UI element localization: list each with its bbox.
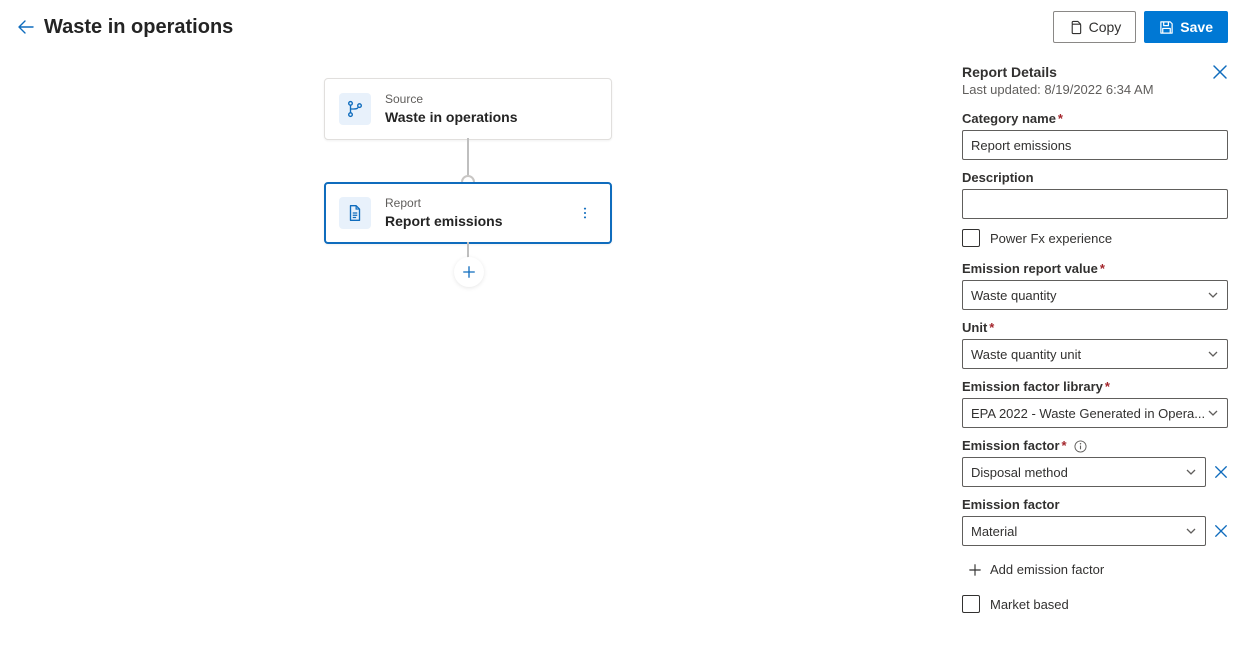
- close-icon: [1214, 465, 1228, 479]
- arrow-left-icon: [18, 19, 34, 35]
- page-title: Waste in operations: [44, 16, 233, 39]
- market-based-checkbox[interactable]: [962, 595, 980, 613]
- source-node-text: Source Waste in operations: [385, 91, 597, 127]
- emission-factor-library-text: EPA 2022 - Waste Generated in Opera...: [971, 406, 1205, 421]
- category-name-field: Category name*: [962, 111, 1228, 160]
- source-node-type: Source: [385, 91, 597, 107]
- emission-factor-1-label: Emission factor*: [962, 438, 1228, 453]
- flow-canvas[interactable]: Source Waste in operations Report Report…: [0, 50, 948, 652]
- back-button[interactable]: [16, 17, 36, 37]
- add-emission-factor-button[interactable]: Add emission factor: [962, 556, 1228, 589]
- report-node-type: Report: [385, 195, 573, 211]
- plus-icon: [968, 563, 982, 577]
- emission-factor-2-field: Emission factor Material: [962, 497, 1228, 546]
- powerfx-checkbox-row: Power Fx experience: [962, 229, 1228, 247]
- branch-icon: [346, 100, 364, 118]
- unit-field: Unit* Waste quantity unit: [962, 320, 1228, 369]
- description-label: Description: [962, 170, 1228, 185]
- emission-factor-2-text: Material: [971, 524, 1017, 539]
- save-button-label: Save: [1180, 19, 1213, 35]
- plus-icon: [462, 265, 476, 279]
- chevron-down-icon: [1207, 407, 1219, 419]
- panel-close-button[interactable]: [1212, 64, 1228, 80]
- save-icon: [1159, 20, 1174, 35]
- remove-factor-2-button[interactable]: [1214, 524, 1228, 538]
- chevron-down-icon: [1185, 466, 1197, 478]
- emission-report-value-label: Emission report value*: [962, 261, 1228, 276]
- save-button[interactable]: Save: [1144, 11, 1228, 43]
- powerfx-checkbox[interactable]: [962, 229, 980, 247]
- add-emission-factor-label: Add emission factor: [990, 562, 1104, 577]
- document-icon: [346, 204, 364, 222]
- chevron-down-icon: [1185, 525, 1197, 537]
- emission-factor-library-label: Emission factor library*: [962, 379, 1228, 394]
- header-actions: Copy Save: [1053, 11, 1228, 43]
- more-vertical-icon: [578, 206, 592, 220]
- emission-factor-library-select[interactable]: EPA 2022 - Waste Generated in Opera...: [962, 398, 1228, 428]
- add-step-button[interactable]: [454, 257, 484, 287]
- emission-factor-2-select[interactable]: Material: [962, 516, 1206, 546]
- report-node[interactable]: Report Report emissions: [324, 182, 612, 244]
- copy-button[interactable]: Copy: [1053, 11, 1137, 43]
- unit-label: Unit*: [962, 320, 1228, 335]
- panel-title: Report Details: [962, 64, 1057, 80]
- last-updated-text: Last updated: 8/19/2022 6:34 AM: [962, 82, 1228, 97]
- emission-report-value-text: Waste quantity: [971, 288, 1057, 303]
- emission-report-value-field: Emission report value* Waste quantity: [962, 261, 1228, 310]
- source-node-icon-wrap: [339, 93, 371, 125]
- emission-factor-2-label: Emission factor: [962, 497, 1228, 512]
- market-based-row: Market based: [962, 595, 1228, 613]
- description-input[interactable]: [962, 189, 1228, 219]
- unit-select[interactable]: Waste quantity unit: [962, 339, 1228, 369]
- description-field: Description: [962, 170, 1228, 219]
- report-node-text: Report Report emissions: [385, 195, 573, 231]
- remove-factor-1-button[interactable]: [1214, 465, 1228, 479]
- report-node-name: Report emissions: [385, 211, 573, 231]
- emission-factor-1-select[interactable]: Disposal method: [962, 457, 1206, 487]
- copy-icon: [1068, 20, 1083, 35]
- panel-header: Report Details: [962, 64, 1228, 80]
- info-icon[interactable]: [1074, 440, 1087, 453]
- emission-factor-1-text: Disposal method: [971, 465, 1068, 480]
- category-name-label: Category name*: [962, 111, 1228, 126]
- report-node-icon-wrap: [339, 197, 371, 229]
- powerfx-label: Power Fx experience: [990, 231, 1112, 246]
- copy-button-label: Copy: [1089, 19, 1122, 35]
- page-header: Waste in operations Copy Save: [0, 0, 1248, 50]
- emission-factor-library-field: Emission factor library* EPA 2022 - Wast…: [962, 379, 1228, 428]
- emission-factor-1-field: Emission factor* Disposal method: [962, 438, 1228, 487]
- details-panel: Report Details Last updated: 8/19/2022 6…: [948, 50, 1248, 652]
- unit-text: Waste quantity unit: [971, 347, 1081, 362]
- chevron-down-icon: [1207, 348, 1219, 360]
- close-icon: [1214, 524, 1228, 538]
- node-more-button[interactable]: [573, 201, 597, 225]
- close-icon: [1212, 64, 1228, 80]
- source-node-name: Waste in operations: [385, 107, 597, 127]
- chevron-down-icon: [1207, 289, 1219, 301]
- category-name-input[interactable]: [962, 130, 1228, 160]
- source-node[interactable]: Source Waste in operations: [324, 78, 612, 140]
- market-based-label: Market based: [990, 597, 1069, 612]
- emission-report-value-select[interactable]: Waste quantity: [962, 280, 1228, 310]
